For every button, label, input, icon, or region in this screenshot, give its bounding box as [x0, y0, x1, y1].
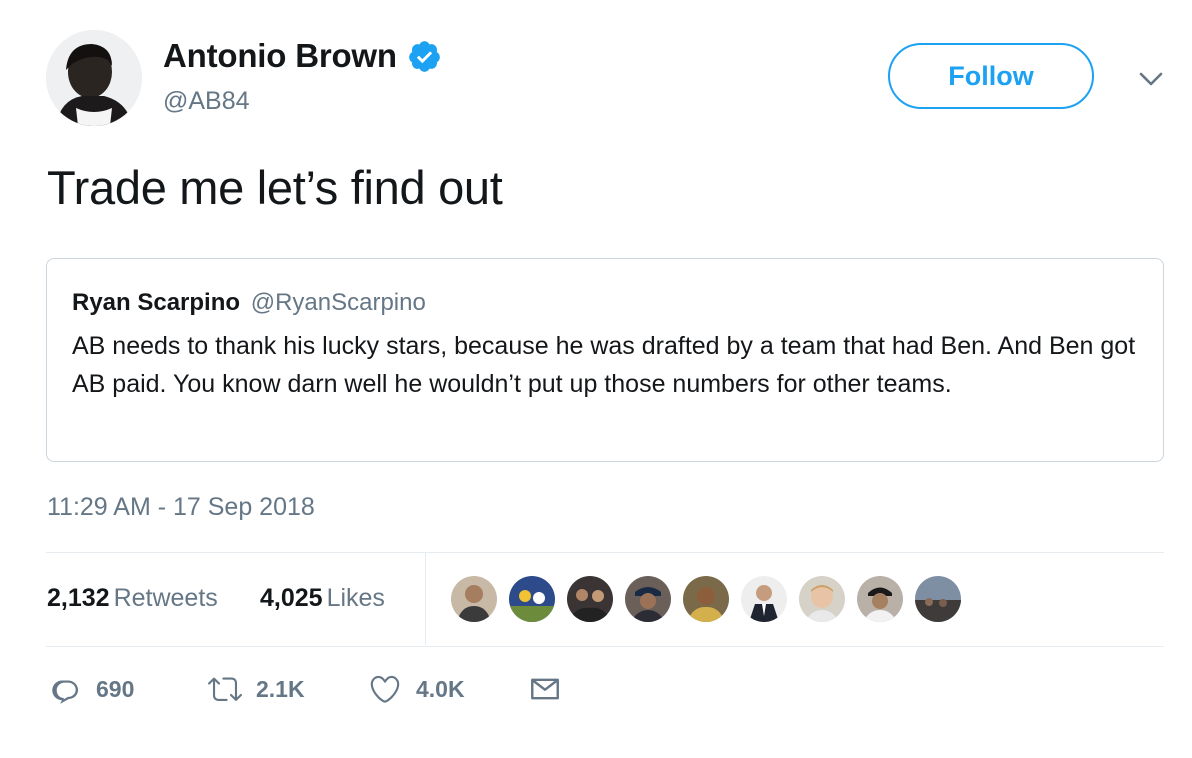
- author-handle[interactable]: @AB84: [163, 87, 250, 116]
- likes-stat[interactable]: 4,025 Likes: [260, 584, 385, 613]
- liker-avatar[interactable]: [449, 574, 499, 624]
- divider-bottom: [46, 646, 1164, 647]
- reply-button[interactable]: 690: [48, 672, 134, 706]
- liker-avatar[interactable]: [797, 574, 847, 624]
- follow-button[interactable]: Follow: [888, 43, 1094, 109]
- author-name-row[interactable]: Antonio Brown: [163, 37, 442, 75]
- tweet-timestamp[interactable]: 11:29 AM - 17 Sep 2018: [47, 493, 315, 522]
- retweets-count: 2,132: [47, 584, 110, 612]
- like-icon: [370, 675, 400, 703]
- reply-count: 690: [96, 675, 135, 702]
- liker-avatar[interactable]: [565, 574, 615, 624]
- liker-avatar[interactable]: [507, 574, 557, 624]
- retweets-stat[interactable]: 2,132 Retweets: [47, 584, 218, 613]
- reply-icon: [52, 680, 79, 704]
- direct-message-button[interactable]: [528, 672, 562, 706]
- direct-message-icon: [531, 678, 559, 700]
- liker-avatar[interactable]: [623, 574, 673, 624]
- divider-top: [46, 552, 1164, 553]
- likes-count: 4,025: [260, 584, 323, 612]
- chevron-down-icon[interactable]: [1138, 70, 1164, 88]
- tweet-text: Trade me let’s find out: [47, 161, 503, 214]
- quoted-author-name: Ryan Scarpino: [72, 289, 241, 316]
- retweet-icon: [208, 677, 242, 701]
- stats-vertical-divider: [425, 553, 426, 645]
- like-count: 4.0K: [416, 675, 465, 702]
- likes-label: Likes: [326, 584, 385, 612]
- quoted-tweet-header: Ryan Scarpino @RyanScarpino: [72, 289, 426, 317]
- liker-avatar[interactable]: [913, 574, 963, 624]
- verified-badge-icon: [409, 40, 440, 72]
- author-name[interactable]: Antonio Brown: [163, 37, 397, 75]
- like-button[interactable]: 4.0K: [368, 672, 465, 706]
- liker-avatar[interactable]: [739, 574, 789, 624]
- quoted-tweet-text: AB needs to thank his lucky stars, becau…: [72, 332, 1136, 398]
- quoted-author-handle: @RyanScarpino: [250, 289, 426, 316]
- author-avatar[interactable]: [46, 30, 142, 126]
- retweet-count: 2.1K: [256, 675, 305, 702]
- liker-avatar[interactable]: [681, 574, 731, 624]
- retweet-button[interactable]: 2.1K: [208, 672, 305, 706]
- retweets-label: Retweets: [113, 584, 218, 612]
- liker-avatar[interactable]: [855, 574, 905, 624]
- quoted-tweet-card[interactable]: Ryan Scarpino @RyanScarpino AB needs to …: [46, 258, 1164, 462]
